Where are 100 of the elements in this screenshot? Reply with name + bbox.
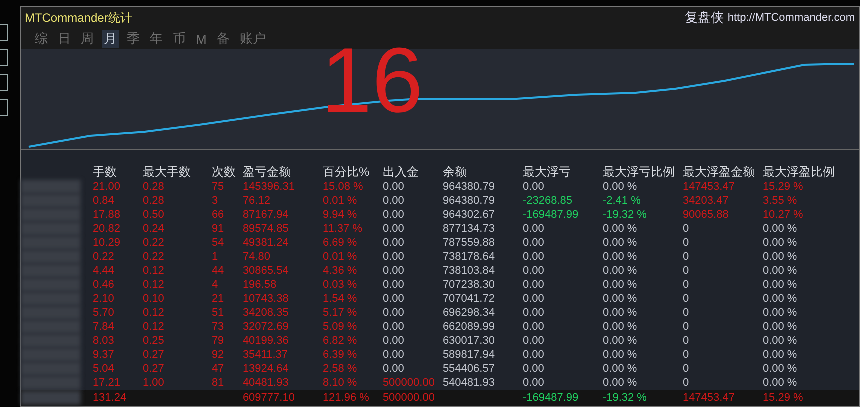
period-tab[interactable]: 日 bbox=[56, 30, 73, 48]
table-cell-text: 40481.93 bbox=[242, 377, 290, 389]
table-cell-text: 0 bbox=[682, 335, 690, 347]
table-cell-text: 81 bbox=[212, 377, 226, 389]
table-cell-text: 0.00 % bbox=[762, 349, 798, 361]
column-header: 手数 bbox=[92, 164, 118, 181]
table-cell-text: 0.00 bbox=[522, 307, 546, 319]
table-cell-text: 0.00 % bbox=[762, 237, 798, 249]
table-cell-text: 40199.36 bbox=[242, 335, 290, 347]
period-tab[interactable]: 备 bbox=[214, 30, 232, 48]
table-cell-text: 145396.31 bbox=[242, 181, 296, 193]
column-header: 次数 bbox=[212, 164, 237, 181]
period-tab[interactable]: 综 bbox=[32, 30, 50, 48]
side-tool-icon[interactable] bbox=[0, 49, 8, 66]
total-cell-text: 121.96 % bbox=[322, 392, 370, 404]
table-cell-text: 147453.47 bbox=[682, 181, 736, 193]
table-cell-text: 32072.69 bbox=[242, 321, 290, 333]
table-cell-text: 21.00 bbox=[92, 181, 122, 193]
table-cell-text: 0.28 bbox=[142, 181, 166, 193]
table-cell-text: 0.00 bbox=[522, 321, 546, 333]
table-cell-text: 92 bbox=[212, 349, 226, 361]
table-cell-text: 0.00 % bbox=[602, 251, 638, 263]
table-cell-text: 79 bbox=[212, 335, 226, 347]
table-cell-text: 0.03 % bbox=[322, 279, 358, 291]
table-cell-text: 10.27 % bbox=[762, 209, 804, 221]
table-cell-text: 10743.38 bbox=[242, 293, 290, 305]
table-cell-text: 0.00 bbox=[522, 265, 546, 277]
table-cell-text: 0.00 bbox=[522, 279, 546, 291]
table-cell-text: 0.00 % bbox=[762, 223, 798, 235]
table-cell-text: 17.21 bbox=[92, 377, 122, 389]
table-cell-text: 0.00 % bbox=[602, 349, 638, 361]
table-cell-text: 0.00 % bbox=[602, 307, 638, 319]
table-cell-text: 44 bbox=[212, 265, 226, 277]
table-cell-text: 0.00 % bbox=[602, 223, 638, 235]
table-cell-text: 87167.94 bbox=[242, 209, 290, 221]
side-tool-icon[interactable] bbox=[0, 99, 8, 116]
total-cell-text: 147453.47 bbox=[682, 392, 736, 404]
table-cell-text: 20.82 bbox=[92, 223, 122, 235]
total-cell-text: 131.24 bbox=[92, 392, 128, 404]
table-cell-text: 54 bbox=[212, 237, 226, 249]
table-cell-text: 0 bbox=[682, 321, 690, 333]
table-cell-text: 540481.93 bbox=[442, 377, 496, 389]
table-cell-text: 34208.35 bbox=[242, 307, 290, 319]
table-cell-text: 0.12 bbox=[142, 307, 166, 319]
table-cell-text: -23268.85 bbox=[522, 195, 574, 207]
table-cell-text: 0.00 bbox=[522, 349, 546, 361]
column-header: 余额 bbox=[442, 164, 468, 181]
table-cell-text: 0.00 % bbox=[762, 307, 798, 319]
table-cell-text: 0.00 bbox=[382, 237, 406, 249]
total-cell-text: 500000.00 bbox=[382, 392, 436, 404]
table-cell-text: 0 bbox=[682, 265, 690, 277]
table-cell-text: 47 bbox=[212, 363, 226, 375]
window-title: MTCommander统计 bbox=[24, 10, 134, 26]
table-cell-text: 75 bbox=[212, 181, 226, 193]
table-cell-text: 0.00 bbox=[382, 321, 406, 333]
table-cell-text: 8.10 % bbox=[322, 377, 358, 389]
table-cell-text: 2.10 bbox=[92, 293, 116, 305]
table-cell-text: 0.00 % bbox=[602, 363, 638, 375]
table-cell-text: 4 bbox=[212, 279, 220, 291]
table-cell-text: 0.00 bbox=[522, 335, 546, 347]
table-cell-text: 0.22 bbox=[142, 251, 166, 263]
table-cell-text: 964380.79 bbox=[442, 181, 496, 193]
table-cell-text: 34203.47 bbox=[682, 195, 730, 207]
table-cell-text: 0.00 bbox=[382, 251, 406, 263]
table-cell-text: 3 bbox=[212, 195, 220, 207]
table-cell-text: 707041.72 bbox=[442, 293, 496, 305]
column-header: 百分比% bbox=[322, 164, 371, 181]
side-tool-icon[interactable] bbox=[0, 24, 8, 41]
table-cell-text: 0.01 % bbox=[322, 195, 358, 207]
table-cell-text: 0.00 bbox=[382, 209, 406, 221]
table-cell-text: 1 bbox=[212, 251, 220, 263]
table-cell-text: 196.58 bbox=[242, 279, 278, 291]
table-cell-text: 4.36 % bbox=[322, 265, 358, 277]
table-cell-text: 0.12 bbox=[142, 265, 166, 277]
table-cell-text: 90065.88 bbox=[682, 209, 730, 221]
table-cell-text: 35411.37 bbox=[242, 349, 290, 361]
period-tab[interactable]: 月 bbox=[102, 30, 119, 48]
column-header: 盈亏金额 bbox=[242, 164, 292, 181]
table-cell-text: 0.00 bbox=[382, 293, 406, 305]
table-cell-text: 91 bbox=[212, 223, 226, 235]
table-cell-text: 0.84 bbox=[92, 195, 116, 207]
table-cell-text: 11.37 % bbox=[322, 223, 364, 235]
table-cell-text: 0.00 bbox=[522, 293, 546, 305]
period-tab[interactable]: 周 bbox=[78, 30, 96, 48]
table-cell-text: 6.69 % bbox=[322, 237, 358, 249]
table-cell-text: 6.39 % bbox=[322, 349, 358, 361]
period-tab[interactable]: M bbox=[194, 32, 209, 46]
column-header: 最大浮亏 bbox=[522, 164, 572, 181]
table-cell-text: 964302.67 bbox=[442, 209, 496, 221]
table-cell-text: 630017.30 bbox=[442, 335, 496, 347]
site-link[interactable]: http://MTCommander.com bbox=[728, 12, 855, 24]
table-cell-text: 0.00 % bbox=[762, 377, 798, 389]
table-cell-text: 1.54 % bbox=[322, 293, 358, 305]
table-cell-text: 5.17 % bbox=[322, 307, 358, 319]
period-tab[interactable]: 币 bbox=[170, 30, 188, 48]
period-tab[interactable]: 季 bbox=[124, 30, 142, 48]
period-tab[interactable]: 年 bbox=[148, 30, 165, 48]
side-tool-icon[interactable] bbox=[0, 74, 8, 91]
period-tab[interactable]: 账户 bbox=[238, 30, 268, 48]
table-cell-text: 0.00 % bbox=[602, 335, 638, 347]
